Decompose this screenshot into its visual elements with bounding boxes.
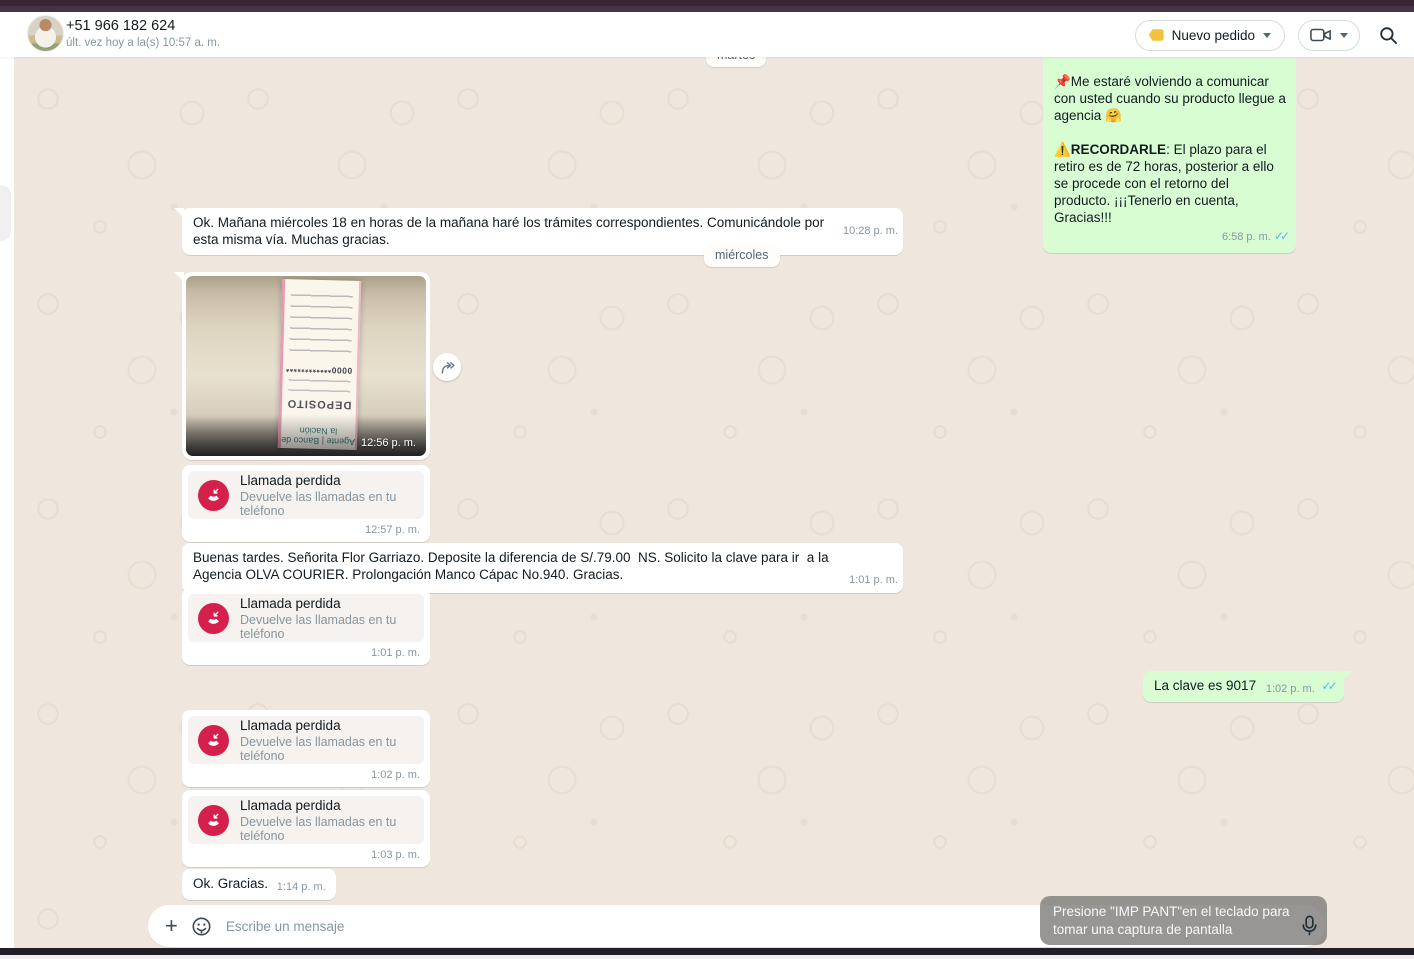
message-time: 10:28 p. m. xyxy=(843,223,898,240)
message-time: 1:01 p. m. xyxy=(371,647,420,659)
missed-call-inner: Llamada perdida Devuelve las llamadas en… xyxy=(188,594,424,642)
read-receipt-icon: ✓✓ xyxy=(1322,679,1334,693)
message-time: 12:56 p. m. xyxy=(361,437,416,449)
message-time: 1:01 p. m. xyxy=(849,572,898,589)
window-bottom-strip-2 xyxy=(0,955,1414,959)
missed-call-icon xyxy=(198,805,229,836)
whatsapp-window: martes destino correspondiente📦🚚 📌Me est… xyxy=(0,0,1414,959)
forward-message-button[interactable] xyxy=(433,353,461,381)
contact-last-seen: últ. vez hoy a la(s) 10:57 a. m. xyxy=(66,37,220,49)
voice-message-button[interactable] xyxy=(1300,915,1319,941)
missed-call-texts: Llamada perdida Devuelve las llamadas en… xyxy=(240,718,414,763)
missed-call-subtitle: Devuelve las llamadas en tu teléfono xyxy=(240,490,414,518)
forward-arrow-icon xyxy=(439,360,456,375)
chat-header: +51 966 182 624 últ. vez hoy a la(s) 10:… xyxy=(0,12,1414,57)
receipt-photo: 0000************ DEPOSITO Agente | Banco… xyxy=(186,276,426,456)
message-text: Buenas tardes. Señorita Flor Garriazo. D… xyxy=(193,550,832,582)
read-receipt-icon: ✓✓ xyxy=(1274,229,1286,243)
blank-line xyxy=(1054,56,1286,73)
screenshot-hint-overlay: Presione "IMP PANT"en el teclado para to… xyxy=(1040,896,1327,945)
message-time: 1:03 p. m. xyxy=(371,849,420,861)
receipt-masked-number: 0000************ xyxy=(287,363,353,375)
date-chip-miercoles: miércoles xyxy=(704,243,780,267)
new-order-button[interactable]: Nuevo pedido xyxy=(1135,20,1285,51)
window-top-strip-2 xyxy=(0,6,1414,12)
missed-call-subtitle: Devuelve las llamadas en tu teléfono xyxy=(240,735,414,763)
microphone-icon xyxy=(1300,915,1319,936)
message-time: 1:02 p. m. xyxy=(371,769,420,781)
missed-call-subtitle: Devuelve las llamadas en tu teléfono xyxy=(240,613,414,641)
missed-call-inner: Llamada perdida Devuelve las llamadas en… xyxy=(188,796,424,844)
message-text: Ok. Gracias. xyxy=(193,876,268,891)
contact-avatar[interactable] xyxy=(27,15,64,52)
message-bubble-incoming: 1:01 p. m. Buenas tardes. Señorita Flor … xyxy=(182,543,903,593)
missed-call-texts: Llamada perdida Devuelve las llamadas en… xyxy=(240,798,414,843)
missed-call-inner: Llamada perdida Devuelve las llamadas en… xyxy=(188,716,424,764)
missed-call-card[interactable]: Llamada perdida Devuelve las llamadas en… xyxy=(182,588,430,665)
missed-call-inner: Llamada perdida Devuelve las llamadas en… xyxy=(188,471,424,519)
message-text: ⚠️RECORDARLE: El plazo para el retiro es… xyxy=(1054,141,1286,226)
missed-call-title: Llamada perdida xyxy=(240,596,414,611)
missed-call-icon xyxy=(198,603,229,634)
blank-line xyxy=(1054,124,1286,141)
receipt-text-lines xyxy=(288,375,351,394)
new-order-label: Nuevo pedido xyxy=(1172,28,1255,43)
chevron-down-icon xyxy=(1263,33,1271,38)
contact-name[interactable]: +51 966 182 624 xyxy=(66,18,175,34)
missed-call-icon xyxy=(198,725,229,756)
message-bubble-outgoing: La clave es 9017 1:02 p. m. ✓✓ xyxy=(1143,671,1344,702)
message-bubble-incoming: Ok. Gracias. 1:14 p. m. xyxy=(182,869,336,900)
header-actions: Nuevo pedido xyxy=(1135,19,1398,51)
message-bubble-outgoing: destino correspondiente📦🚚 📌Me estaré vol… xyxy=(1043,33,1296,253)
message-time: 1:02 p. m. xyxy=(1266,683,1315,695)
label-tag-icon xyxy=(1149,29,1164,42)
missed-call-texts: Llamada perdida Devuelve las llamadas en… xyxy=(240,473,414,518)
missed-call-icon xyxy=(198,480,229,511)
window-bottom-strip xyxy=(0,948,1414,955)
message-time: 12:57 p. m. xyxy=(365,524,420,536)
missed-call-title: Llamada perdida xyxy=(240,718,414,733)
emoji-picker-icon[interactable] xyxy=(191,916,212,937)
missed-call-subtitle: Devuelve las llamadas en tu teléfono xyxy=(240,815,414,843)
missed-call-texts: Llamada perdida Devuelve las llamadas en… xyxy=(240,596,414,641)
receipt-text-lines xyxy=(289,289,353,355)
missed-call-card[interactable]: Llamada perdida Devuelve las llamadas en… xyxy=(182,465,430,542)
chevron-down-icon xyxy=(1340,33,1348,38)
missed-call-card[interactable]: Llamada perdida Devuelve las llamadas en… xyxy=(182,790,430,867)
message-meta: 6:58 p. m.✓✓ xyxy=(1054,228,1286,246)
screenshot-hint-text: Presione "IMP PANT"en el teclado para to… xyxy=(1053,904,1289,937)
search-icon xyxy=(1379,26,1398,45)
receipt-deposito-text: DEPOSITO xyxy=(281,397,355,411)
message-bubble-incoming: 10:28 p. m. Ok. Mañana miércoles 18 en h… xyxy=(182,208,903,255)
missed-call-card[interactable]: Llamada perdida Devuelve las llamadas en… xyxy=(182,710,430,787)
message-time: 1:14 p. m. xyxy=(277,881,326,893)
missed-call-title: Llamada perdida xyxy=(240,473,414,488)
message-text: La clave es 9017 xyxy=(1154,678,1256,693)
chat-wallpaper: martes destino correspondiente📦🚚 📌Me est… xyxy=(14,57,1414,948)
message-text-bold: ⚠️RECORDARLE xyxy=(1054,142,1166,157)
message-text: 📌Me estaré volviendo a comunicar con ust… xyxy=(1054,73,1286,124)
side-panel-handle[interactable] xyxy=(0,185,11,241)
photo-bottom-gradient xyxy=(186,414,426,456)
missed-call-title: Llamada perdida xyxy=(240,798,414,813)
attach-plus-icon[interactable]: + xyxy=(165,915,178,937)
search-in-chat-button[interactable] xyxy=(1379,26,1398,45)
image-message[interactable]: 0000************ DEPOSITO Agente | Banco… xyxy=(182,272,430,460)
video-call-button[interactable] xyxy=(1298,20,1360,51)
video-camera-icon xyxy=(1310,27,1332,43)
message-time: 6:58 p. m. xyxy=(1222,231,1271,243)
